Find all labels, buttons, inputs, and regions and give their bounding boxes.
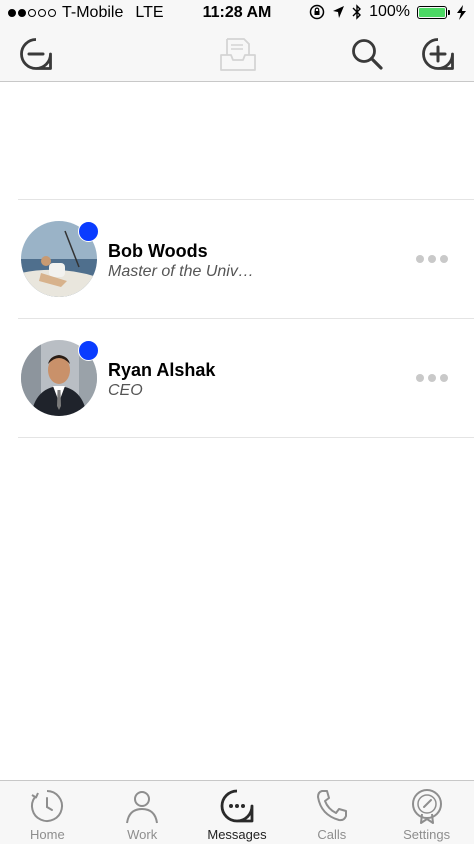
battery-percent: 100% (369, 3, 410, 20)
tab-calls[interactable]: Calls (284, 781, 379, 844)
list-item[interactable]: Bob Woods Master of the Univ… (18, 200, 474, 319)
chat-bubble-icon (220, 789, 254, 823)
status-left: T-Mobile LTE (8, 4, 164, 22)
battery-icon (417, 5, 450, 19)
unread-indicator (78, 340, 99, 361)
contact-name: Bob Woods (108, 241, 208, 261)
tab-home[interactable]: Home (0, 781, 95, 844)
new-message-button[interactable] (419, 35, 457, 73)
signal-strength-icon (8, 9, 56, 17)
inbox-tray-icon (220, 38, 256, 71)
status-bar: T-Mobile LTE 11:28 AM 100% (0, 0, 474, 26)
toolbar (0, 26, 474, 82)
settings-badge-icon (411, 789, 442, 824)
more-options-icon[interactable] (416, 374, 448, 382)
tab-messages[interactable]: Messages (190, 781, 285, 844)
tab-work[interactable]: Work (95, 781, 190, 844)
contact-title: Master of the Univ… (108, 263, 254, 280)
rotation-lock-icon (309, 4, 325, 20)
charging-bolt-icon (457, 4, 466, 20)
carrier-name: T-Mobile (62, 4, 124, 21)
tab-label: Home (30, 827, 65, 842)
tab-label: Settings (403, 827, 451, 842)
conversation-list: Bob Woods Master of the Univ… Ryan Alsha… (0, 82, 474, 438)
clock-icon (31, 790, 64, 822)
contact-name: Ryan Alshak (108, 360, 216, 380)
tab-label: Work (127, 827, 158, 842)
list-header-space (18, 82, 474, 200)
location-arrow-icon (333, 6, 345, 18)
minus-bubble-icon (20, 38, 52, 70)
person-icon (126, 791, 159, 824)
tab-settings[interactable]: Settings (379, 781, 474, 844)
remove-button[interactable] (17, 35, 55, 73)
search-button[interactable] (348, 35, 386, 73)
network-type: LTE (135, 4, 164, 21)
bluetooth-icon (352, 4, 362, 20)
inbox-button[interactable] (218, 35, 258, 73)
search-icon (352, 39, 383, 70)
status-right: 100% (309, 3, 466, 21)
plus-bubble-icon (422, 38, 454, 70)
list-item[interactable]: Ryan Alshak CEO (18, 319, 474, 438)
phone-icon (316, 790, 347, 822)
tab-bar: Home Work Messages Calls Settings (0, 780, 474, 844)
unread-indicator (78, 221, 99, 242)
tab-label: Calls (317, 827, 347, 842)
contact-title: CEO (108, 382, 143, 399)
more-options-icon[interactable] (416, 255, 448, 263)
tab-label: Messages (207, 827, 267, 842)
